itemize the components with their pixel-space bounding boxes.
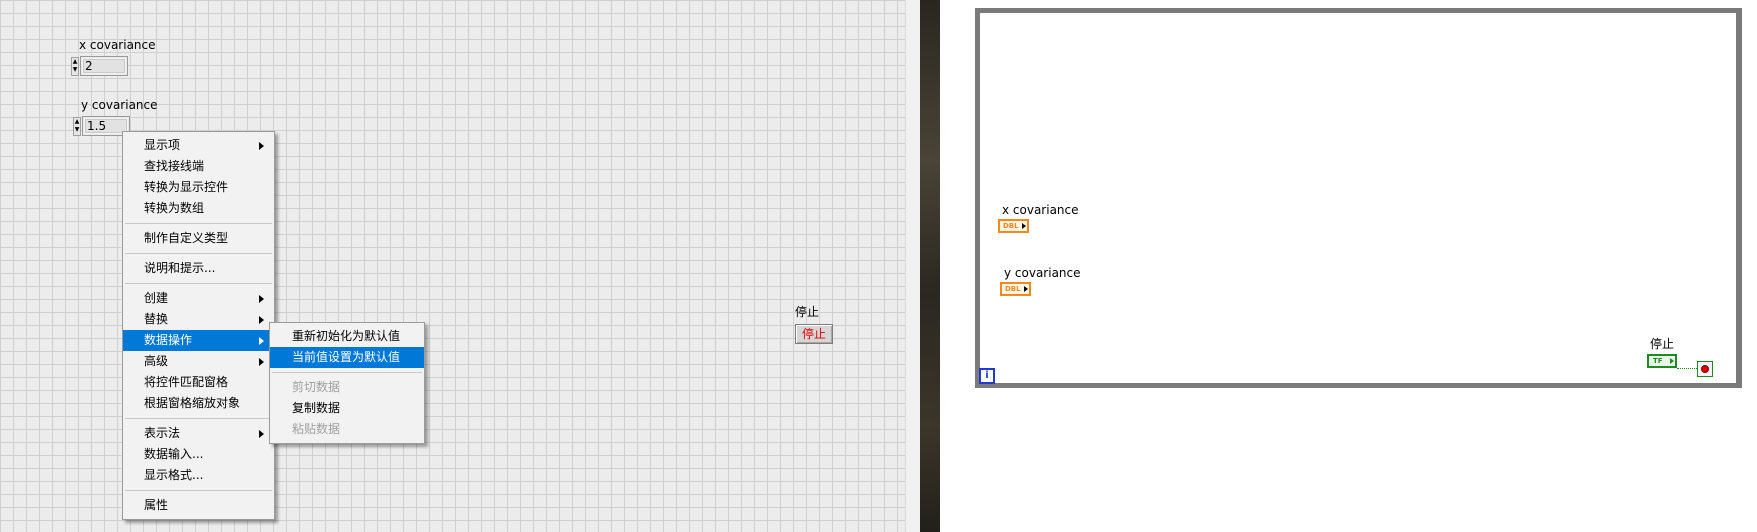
x-covariance-value: 2 [85,59,93,73]
stop-if-true-icon [1701,365,1709,373]
menu-separator [125,283,272,284]
menu-item-properties[interactable]: 属性 [123,495,274,516]
menu-item-change-to-array[interactable]: 转换为数组 [123,198,274,219]
submenu-arrow-icon [259,358,264,366]
submenu-item-copy-data[interactable]: 复制数据 [270,398,424,419]
bd-stop-label: 停止 [1650,337,1675,351]
desktop-background [920,0,940,532]
terminal-type: TF [1653,357,1663,365]
submenu-arrow-icon [259,430,264,438]
menu-item-display-format[interactable]: 显示格式... [123,465,274,486]
data-operations-submenu: 重新初始化为默认值 当前值设置为默认值 剪切数据 复制数据 粘贴数据 [269,322,425,444]
menu-separator [125,223,272,224]
menu-item-scale-object-with-pane[interactable]: 根据窗格缩放对象 [123,393,274,414]
while-loop[interactable] [975,8,1742,388]
bd-stop-terminal[interactable]: TF [1647,354,1677,368]
menu-item-representation[interactable]: 表示法 [123,423,274,444]
submenu-arrow-icon [259,295,264,303]
bd-x-covariance-label: x covariance [1002,203,1079,217]
terminal-type: DBL [1003,222,1019,230]
y-covariance-label: y covariance [81,98,158,112]
increment-decrement-icon[interactable]: ▲ ▼ [71,57,79,76]
increment-decrement-icon[interactable]: ▲ ▼ [73,117,81,136]
terminal-arrow-icon [1670,358,1674,364]
submenu-arrow-icon [259,142,264,150]
menu-item-data-entry[interactable]: 数据输入... [123,444,274,465]
x-covariance-control[interactable]: ▲ ▼ 2 [71,56,131,76]
menu-item-description-tip[interactable]: 说明和提示... [123,258,274,279]
menu-item-advanced[interactable]: 高级 [123,351,274,372]
terminal-arrow-icon [1022,223,1026,229]
terminal-type: DBL [1005,285,1021,293]
boolean-wire[interactable] [1677,368,1697,369]
vertical-scrollbar[interactable] [905,0,921,532]
menu-item-data-operations[interactable]: 数据操作 [123,330,274,351]
submenu-arrow-icon [259,316,264,324]
submenu-item-cut-data: 剪切数据 [292,380,341,394]
bd-y-covariance-terminal[interactable]: DBL [1000,282,1031,296]
submenu-item-make-current-value-default[interactable]: 当前值设置为默认值 [270,347,424,368]
y-covariance-value: 1.5 [87,119,107,133]
x-covariance-field[interactable]: 2 [80,56,128,76]
loop-condition-terminal[interactable] [1697,361,1713,377]
submenu-item-reinitialize-to-default[interactable]: 重新初始化为默认值 [270,326,424,347]
submenu-item-paste-data: 粘贴数据 [292,422,341,436]
menu-item-make-type-def[interactable]: 制作自定义类型 [123,228,274,249]
iteration-terminal[interactable]: i [979,368,995,384]
context-menu: 显示项 查找接线端 转换为显示控件 转换为数组 制作自定义类型 说明和提示...… [122,131,275,520]
terminal-arrow-icon [1024,286,1028,292]
menu-item-visible-items[interactable]: 显示项 [123,135,274,156]
submenu-arrow-icon [259,337,264,345]
menu-separator [125,253,272,254]
x-covariance-label: x covariance [79,38,156,52]
bd-x-covariance-terminal[interactable]: DBL [998,219,1029,233]
menu-item-create[interactable]: 创建 [123,288,274,309]
stop-label: 停止 [795,305,820,319]
menu-item-fit-control-to-pane[interactable]: 将控件匹配窗格 [123,372,274,393]
bd-y-covariance-label: y covariance [1004,266,1081,280]
menu-separator [125,490,272,491]
stop-button[interactable]: 停止 [795,324,833,344]
menu-item-replace[interactable]: 替换 [123,309,274,330]
menu-separator [272,372,422,373]
menu-item-find-terminal[interactable]: 查找接线端 [123,156,274,177]
menu-item-change-to-indicator[interactable]: 转换为显示控件 [123,177,274,198]
menu-separator [125,418,272,419]
